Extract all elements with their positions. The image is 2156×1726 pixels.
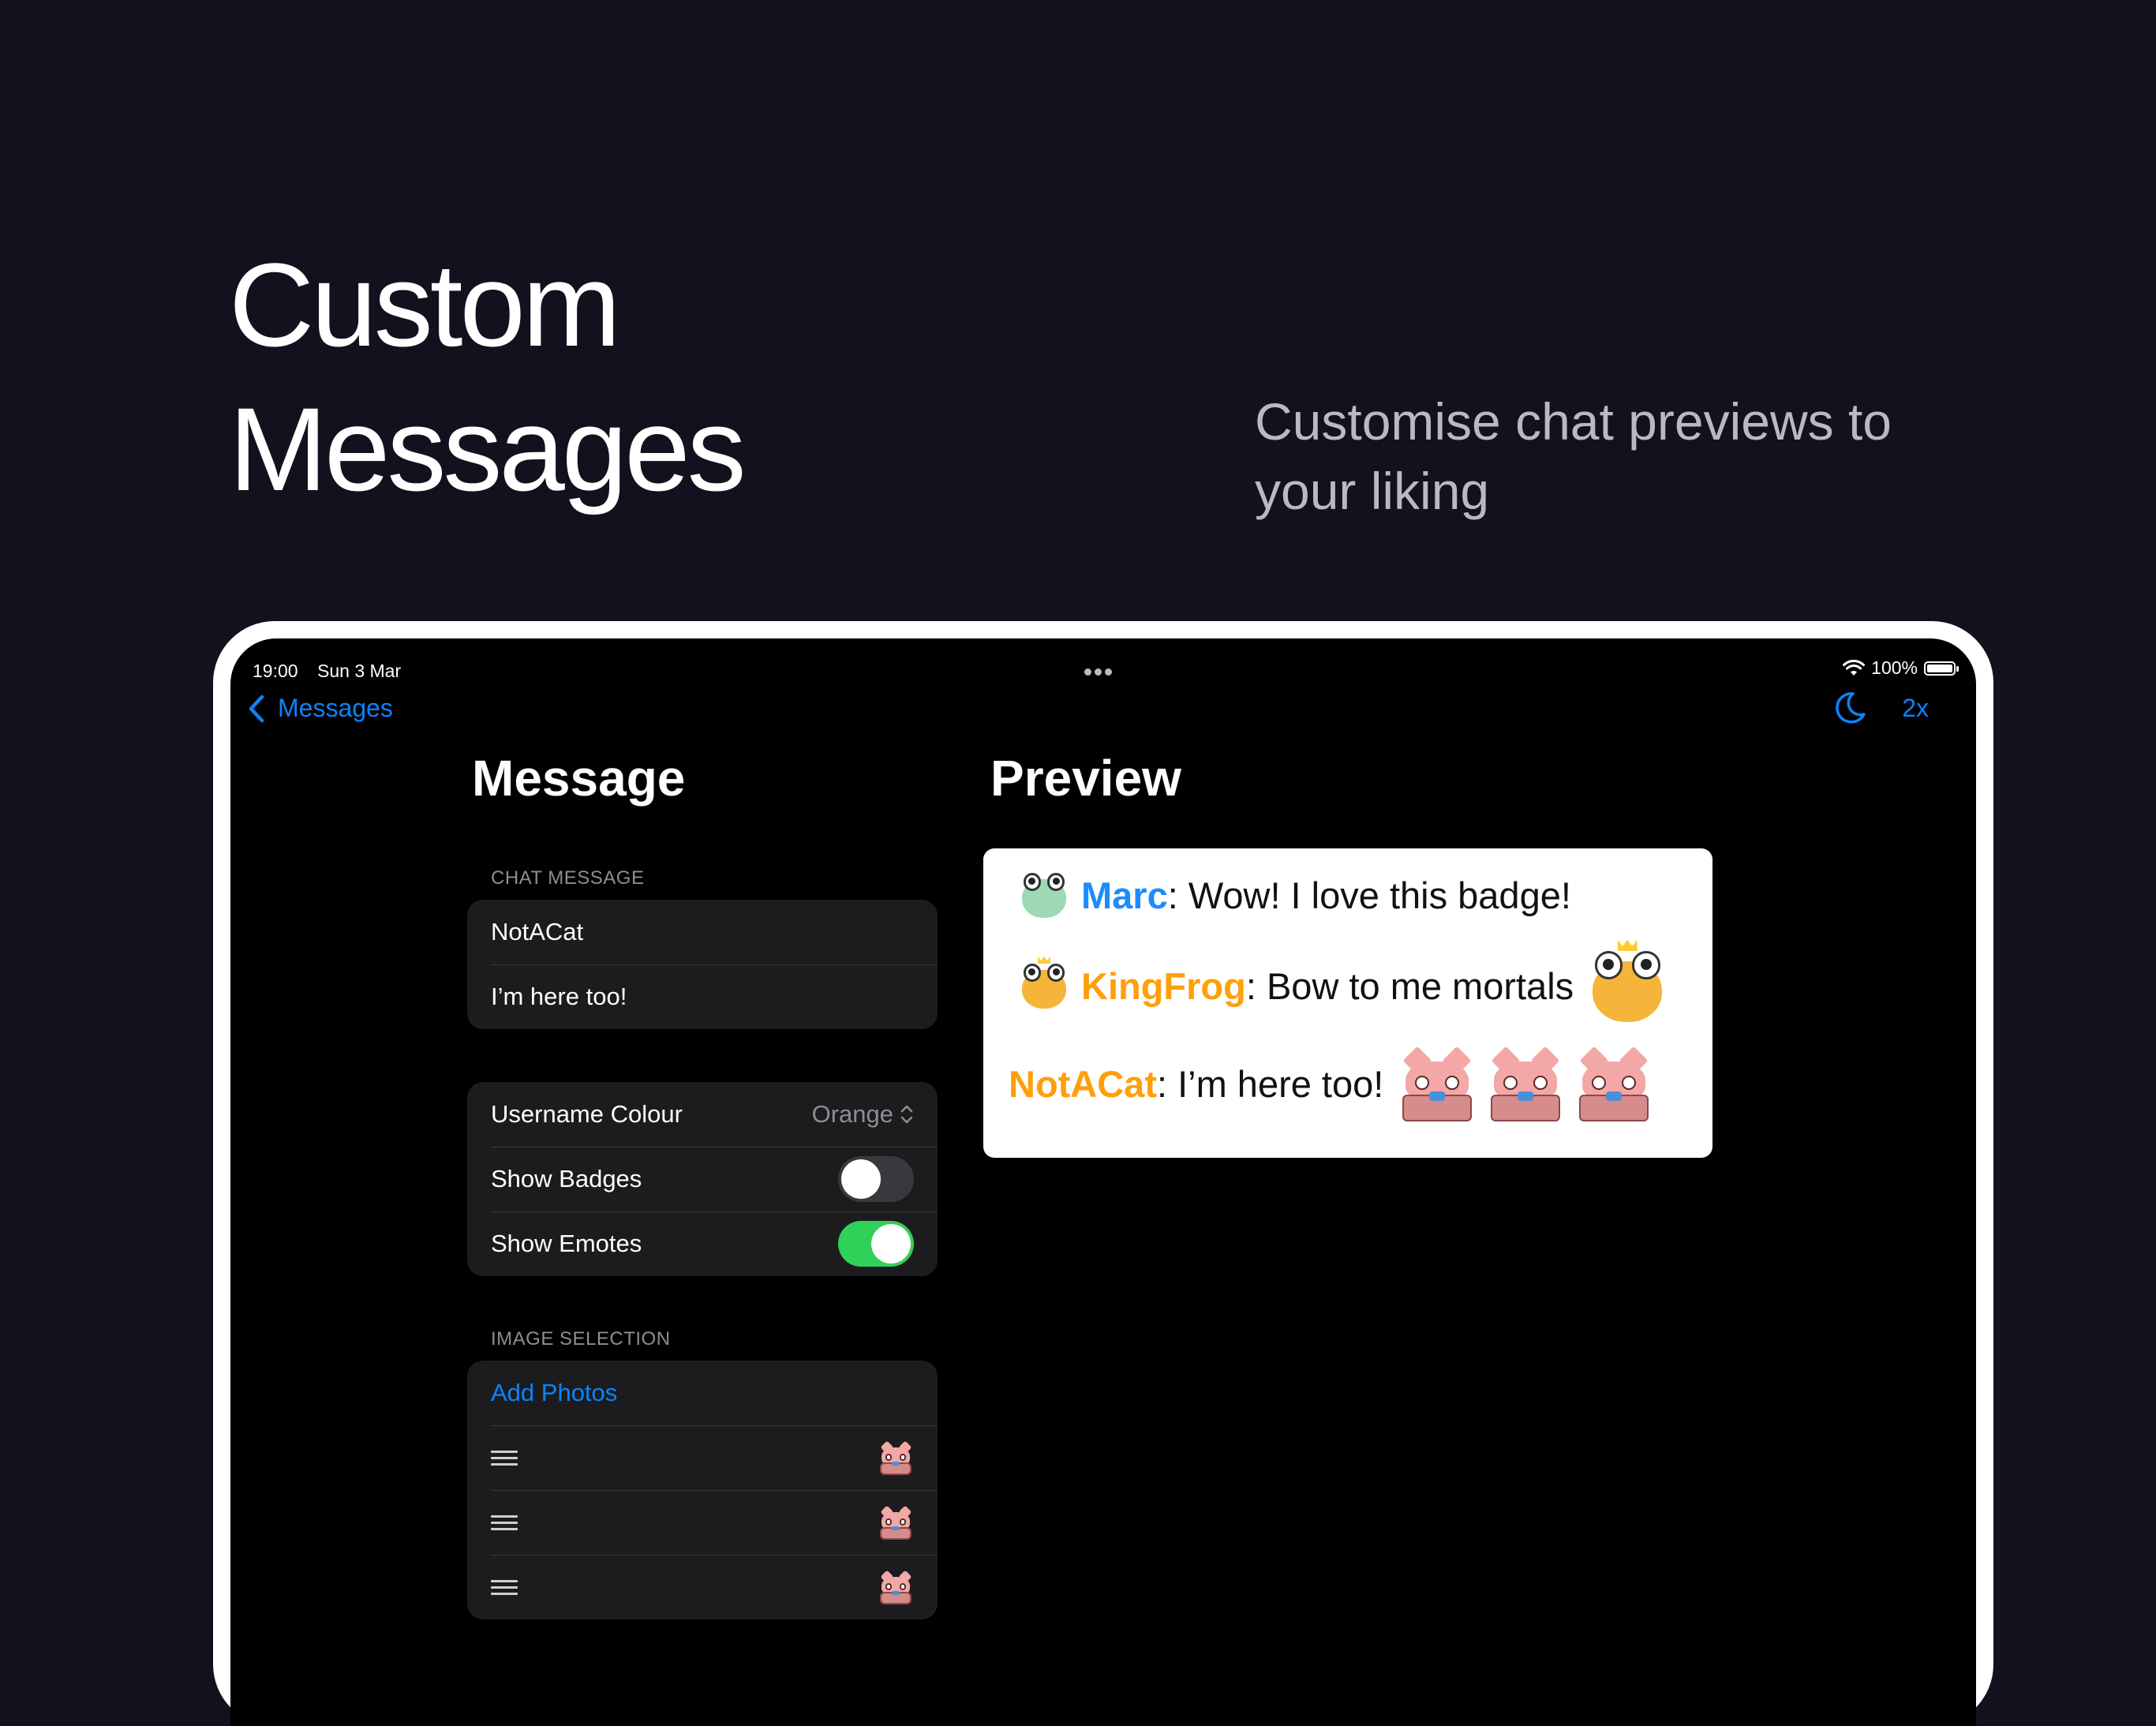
chat-username: Marc [1081, 874, 1168, 916]
preview-panel-title: Preview [990, 750, 1181, 807]
frog-badge-icon [1018, 869, 1070, 921]
add-photos-button[interactable]: Add Photos [491, 1379, 617, 1407]
battery-percent: 100% [1871, 657, 1918, 678]
status-right: 100% [1843, 657, 1959, 679]
cat-emote-thumbnail [878, 1504, 914, 1541]
nav-actions: 2x [1832, 691, 1929, 725]
chat-username: NotACat [1009, 1062, 1157, 1105]
drag-handle-icon[interactable] [491, 1447, 518, 1470]
chat-line-notacat: NotACat : I’m here too! [1009, 1044, 1653, 1123]
show-emotes-row: Show Emotes [467, 1211, 938, 1276]
show-emotes-toggle[interactable] [838, 1221, 914, 1267]
hero-subtitle-line1: Customise chat previews to [1255, 392, 1892, 451]
chat-text: : Bow to me mortals [1245, 964, 1574, 1007]
show-emotes-label: Show Emotes [491, 1230, 642, 1257]
cat-emote-thumbnail [878, 1569, 914, 1605]
image-section-label: IMAGE SELECTION [491, 1328, 671, 1350]
status-time: 19:00 [253, 661, 298, 681]
username-colour-picker[interactable]: Orange [812, 1100, 914, 1129]
cat-emote-icon [1398, 1044, 1477, 1123]
username-colour-row[interactable]: Username Colour Orange [467, 1082, 938, 1147]
multitasking-dots-icon[interactable] [1083, 659, 1114, 680]
cat-emote-thumbnail [878, 1440, 914, 1476]
username-colour-label: Username Colour [491, 1100, 683, 1128]
battery-icon [1924, 661, 1959, 676]
options-group: Username Colour Orange Show Badges Show … [467, 1082, 938, 1276]
show-badges-row: Show Badges [467, 1147, 938, 1211]
add-photos-row[interactable]: Add Photos [467, 1361, 938, 1425]
chevron-left-icon [249, 695, 264, 722]
scale-button[interactable]: 2x [1902, 694, 1929, 723]
hero-subtitle-line2: your liking [1255, 462, 1490, 520]
image-row [467, 1555, 938, 1619]
wifi-icon [1843, 659, 1866, 676]
status-date: Sun 3 Mar [317, 661, 402, 681]
chat-message-group: NotACat I’m here too! [467, 900, 938, 1029]
toggle-knob [841, 1159, 881, 1199]
username-field[interactable]: NotACat [467, 900, 938, 964]
hero-title-line1: Custom [229, 238, 621, 371]
message-field[interactable]: I’m here too! [467, 964, 938, 1029]
chat-preview-card: Marc : Wow! I love this badge! KingFrog … [983, 848, 1712, 1158]
moon-icon[interactable] [1832, 691, 1867, 725]
back-button-label: Messages [278, 694, 393, 722]
image-row [467, 1490, 938, 1555]
status-bar: 19:00 Sun 3 Mar 100% [230, 638, 1976, 683]
drag-handle-icon[interactable] [491, 1576, 518, 1599]
message-panel-title: Message [472, 750, 686, 807]
image-selection-group: Add Photos [467, 1361, 938, 1619]
back-button[interactable]: Messages [248, 694, 393, 723]
show-badges-label: Show Badges [491, 1165, 642, 1192]
drag-handle-icon[interactable] [491, 1511, 518, 1534]
cat-emote-icon [1574, 1044, 1653, 1123]
chevron-up-down-icon [900, 1105, 913, 1124]
chat-username: KingFrog [1081, 964, 1246, 1007]
hero-title-line2: Messages [229, 383, 747, 515]
chat-line-kingfrog: KingFrog : Bow to me mortals [1018, 939, 1668, 1027]
show-badges-toggle[interactable] [838, 1156, 914, 1202]
king-frog-badge-icon [1018, 957, 1070, 1012]
hero-subtitle: Customise chat previews to your liking [1255, 387, 1965, 526]
username-colour-value: Orange [811, 1100, 893, 1128]
chat-text: : Wow! I love this badge! [1167, 874, 1571, 916]
cat-emote-icon [1486, 1044, 1565, 1123]
tablet-frame: 19:00 Sun 3 Mar 100% Messages 2x Message… [213, 621, 1993, 1726]
toggle-knob [871, 1224, 911, 1264]
chat-text: : I’m here too! [1156, 1062, 1384, 1105]
hero-title: Custom Messages [229, 233, 747, 522]
message-value: I’m here too! [491, 983, 627, 1010]
king-frog-emote-icon [1586, 939, 1668, 1027]
image-row [467, 1425, 938, 1490]
username-value: NotACat [491, 918, 584, 945]
chat-section-label: CHAT MESSAGE [491, 867, 645, 889]
chat-line-marc: Marc : Wow! I love this badge! [1018, 869, 1571, 921]
tablet-screen: 19:00 Sun 3 Mar 100% Messages 2x Message… [230, 638, 1976, 1726]
